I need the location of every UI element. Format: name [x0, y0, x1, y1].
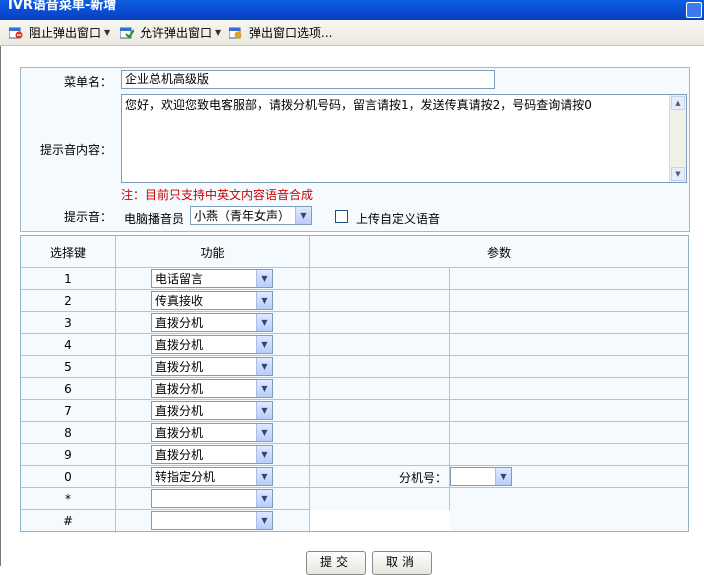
function-select-value: 直拨分机: [155, 404, 204, 418]
chevron-down-icon[interactable]: ▼: [256, 336, 272, 353]
chevron-down-icon[interactable]: ▼: [256, 446, 272, 463]
function-select-value: 直拨分机: [155, 448, 204, 462]
key-cell: 7: [64, 404, 72, 418]
upload-voice-checkbox[interactable]: [335, 210, 348, 223]
menu-name-label: 菜单名：: [63, 75, 112, 89]
prompt-content-textarea[interactable]: 您好，欢迎您致电客服部，请拨分机号码，留言请按1，发送传真请按2，号码查询请按0…: [121, 94, 687, 183]
submit-button[interactable]: 提交: [306, 551, 366, 575]
chevron-down-icon[interactable]: ▼: [256, 270, 272, 287]
function-select-value: 直拨分机: [155, 426, 204, 440]
function-select-value: 直拨分机: [155, 382, 204, 396]
function-select-value: 直拨分机: [155, 338, 204, 352]
window-title-bar: IVR语音菜单-新增: [0, 0, 704, 20]
key-cell: 0: [64, 470, 72, 484]
table-row: * ▼: [21, 488, 688, 510]
function-select[interactable]: ▼: [151, 511, 273, 530]
chevron-down-icon[interactable]: ▼: [295, 207, 311, 224]
scroll-up-icon[interactable]: ▲: [671, 96, 685, 110]
key-cell: 9: [64, 448, 72, 462]
popup-options-menu[interactable]: 弹出窗口选项...: [228, 20, 333, 45]
extension-number-label: 分机号：: [399, 471, 448, 485]
chevron-down-icon[interactable]: ▼: [256, 490, 272, 507]
table-row: 2 传真接收 ▼: [21, 290, 688, 312]
function-select[interactable]: 转指定分机 ▼: [151, 467, 273, 486]
popup-options-icon: [228, 27, 243, 39]
announcer-label: 电脑播音员: [124, 212, 185, 226]
textarea-scrollbar[interactable]: ▲ ▼: [669, 95, 686, 182]
key-cell: 8: [64, 426, 72, 440]
function-select-value: 传真接收: [155, 294, 204, 308]
table-row: 7 直拨分机 ▼: [21, 400, 688, 422]
key-mapping-table: 选择键 功能 参数 1 电话留言 ▼ 2 传真接收 ▼ 3 直拨分机 ▼ 4 直拨分机 ▼ 5 直拨分机 ▼…: [20, 235, 689, 533]
function-select[interactable]: ▼: [151, 489, 273, 508]
chevron-down-icon[interactable]: ▼: [256, 358, 272, 375]
voice-select-value: 小燕（青年女声）: [194, 209, 291, 223]
function-select[interactable]: 直拨分机 ▼: [151, 357, 273, 376]
block-popup-dropdown-icon: ▼: [104, 28, 111, 37]
table-row: 8 直拨分机 ▼: [21, 422, 688, 444]
function-select-value: 直拨分机: [155, 360, 204, 374]
chevron-down-icon[interactable]: ▼: [256, 512, 272, 529]
block-popup-icon: [8, 27, 23, 39]
scroll-down-icon[interactable]: ▼: [671, 167, 685, 181]
function-select[interactable]: 直拨分机 ▼: [151, 423, 273, 442]
synthesis-note: 注：目前只支持中英文内容语音合成: [121, 188, 314, 202]
table-row: 1 电话留言 ▼: [21, 268, 688, 290]
column-header-function: 功能: [200, 246, 225, 260]
prompt-label: 提示音：: [63, 210, 112, 224]
key-cell: 3: [64, 316, 72, 330]
function-select[interactable]: 直拨分机 ▼: [151, 445, 273, 464]
chevron-down-icon[interactable]: ▼: [256, 292, 272, 309]
key-cell: 4: [64, 338, 72, 352]
blank-params-cell: [310, 510, 450, 531]
table-row: 9 直拨分机 ▼: [21, 444, 688, 466]
function-select[interactable]: 直拨分机 ▼: [151, 379, 273, 398]
column-header-params: 参数: [486, 246, 511, 260]
function-select[interactable]: 直拨分机 ▼: [151, 313, 273, 332]
table-row: 3 直拨分机 ▼: [21, 312, 688, 334]
upload-voice-label: 上传自定义语音: [356, 212, 441, 226]
column-header-key: 选择键: [49, 246, 86, 260]
window-control-button[interactable]: [686, 2, 702, 18]
key-cell: 2: [64, 294, 72, 308]
allow-popup-icon: [119, 27, 135, 39]
chevron-down-icon[interactable]: ▼: [256, 380, 272, 397]
function-select[interactable]: 传真接收 ▼: [151, 291, 273, 310]
popup-toolbar: 阻止弹出窗口 ▼ 允许弹出窗口 ▼ 弹出窗口选项...: [0, 20, 704, 46]
key-cell: 5: [64, 360, 72, 374]
window-title: IVR语音菜单-新增: [8, 0, 117, 13]
chevron-down-icon[interactable]: ▼: [256, 314, 272, 331]
prompt-content-text: 您好，欢迎您致电客服部，请拨分机号码，留言请按1，发送传真请按2，号码查询请按0: [125, 98, 592, 112]
chevron-down-icon[interactable]: ▼: [256, 424, 272, 441]
allow-popup-dropdown-icon: ▼: [215, 28, 222, 37]
chevron-down-icon[interactable]: ▼: [256, 468, 272, 485]
key-cell: 6: [64, 382, 72, 396]
table-row: 0 转指定分机 ▼: [21, 466, 688, 488]
popup-options-label: 弹出窗口选项...: [249, 26, 333, 40]
function-select[interactable]: 直拨分机 ▼: [151, 401, 273, 420]
voice-select[interactable]: 小燕（青年女声） ▼: [190, 206, 312, 225]
block-popup-label: 阻止弹出窗口: [29, 26, 102, 40]
key-cell: *: [65, 492, 71, 506]
function-select-value: 转指定分机: [155, 470, 216, 484]
block-popup-menu[interactable]: 阻止弹出窗口 ▼: [8, 20, 111, 45]
function-select[interactable]: 直拨分机 ▼: [151, 335, 273, 354]
function-select[interactable]: 电话留言 ▼: [151, 269, 273, 288]
function-select-value: 电话留言: [155, 272, 204, 286]
prompt-content-label: 提示音内容：: [39, 143, 112, 157]
table-row: 4 直拨分机 ▼: [21, 334, 688, 356]
allow-popup-menu[interactable]: 允许弹出窗口 ▼: [119, 20, 222, 45]
allow-popup-label: 允许弹出窗口: [140, 26, 213, 40]
table-row: 5 直拨分机 ▼: [21, 356, 688, 378]
function-select-value: 直拨分机: [155, 316, 204, 330]
menu-name-input[interactable]: 企业总机高级版: [121, 70, 495, 89]
table-row: 6 直拨分机 ▼: [21, 378, 688, 400]
chevron-down-icon[interactable]: ▼: [256, 402, 272, 419]
key-cell: #: [62, 514, 74, 528]
extension-number-select[interactable]: ▼: [450, 467, 512, 486]
key-cell: 1: [64, 272, 72, 286]
cancel-button[interactable]: 取消: [372, 551, 432, 575]
chevron-down-icon[interactable]: ▼: [495, 468, 511, 485]
